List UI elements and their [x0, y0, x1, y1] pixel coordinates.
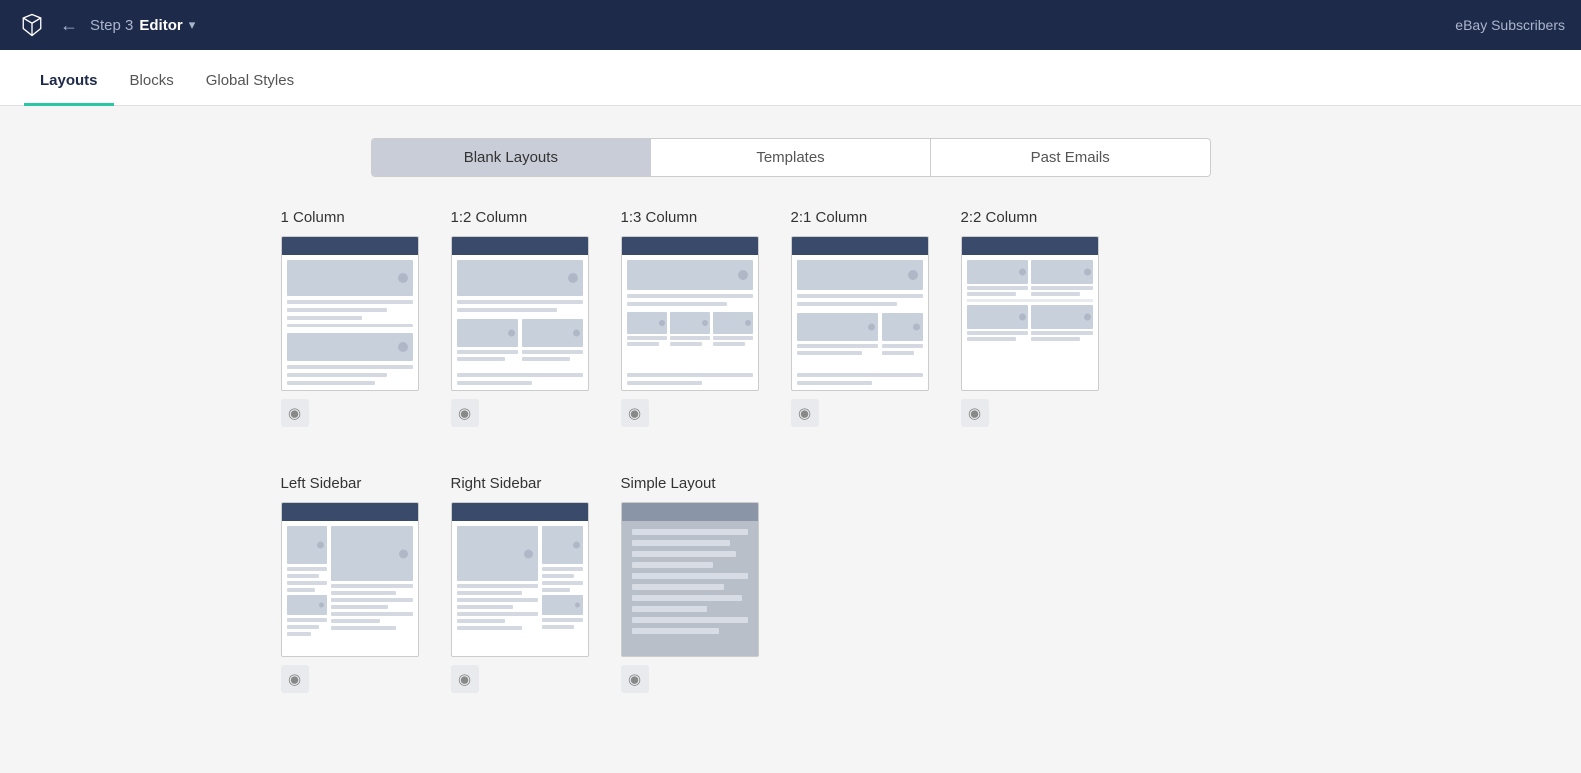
layout-item-2-1col[interactable]: 2:1 Column — [791, 209, 929, 427]
preview-icon-1-3col[interactable]: ◉ — [621, 399, 649, 427]
tab-layouts[interactable]: Layouts — [24, 72, 114, 106]
preview-icon-1-2col[interactable]: ◉ — [451, 399, 479, 427]
topbar: ← Step 3 Editor ▾ eBay Subscribers — [0, 0, 1581, 50]
layout-label-2-2col: 2:2 Column — [961, 209, 1038, 226]
layout-item-1col[interactable]: 1 Column — [281, 209, 419, 427]
tab-global-styles[interactable]: Global Styles — [190, 72, 310, 106]
layouts-grid: 1 Column — [241, 209, 1341, 693]
layouts-row-2: Left Sidebar — [281, 475, 1301, 693]
subtab-templates[interactable]: Templates — [651, 139, 931, 176]
main-content: Blank Layouts Templates Past Emails 1 Co… — [0, 106, 1581, 773]
subtabs-container: Blank Layouts Templates Past Emails — [0, 138, 1581, 177]
layout-item-1-3col[interactable]: 1:3 Column — [621, 209, 759, 427]
campaign-name: eBay Subscribers — [1455, 17, 1565, 33]
layout-thumb-2-2col[interactable] — [961, 236, 1099, 391]
layout-thumb-2-1col[interactable] — [791, 236, 929, 391]
preview-icon-1col[interactable]: ◉ — [281, 399, 309, 427]
editor-dropdown-icon[interactable]: ▾ — [189, 17, 196, 33]
preview-icon-2-2col[interactable]: ◉ — [961, 399, 989, 427]
preview-icon-2-1col[interactable]: ◉ — [791, 399, 819, 427]
layout-item-2-2col[interactable]: 2:2 Column — [961, 209, 1099, 427]
layout-label-1-2col: 1:2 Column — [451, 209, 528, 226]
layout-item-right-sidebar[interactable]: Right Sidebar — [451, 475, 589, 693]
layout-label-right-sidebar: Right Sidebar — [451, 475, 542, 492]
preview-icon-simple-layout[interactable]: ◉ — [621, 665, 649, 693]
preview-icon-right-sidebar[interactable]: ◉ — [451, 665, 479, 693]
editor-label: Editor — [139, 17, 182, 34]
layout-label-left-sidebar: Left Sidebar — [281, 475, 362, 492]
subtabs: Blank Layouts Templates Past Emails — [371, 138, 1211, 177]
layout-thumb-left-sidebar[interactable] — [281, 502, 419, 657]
subtab-blank-layouts[interactable]: Blank Layouts — [372, 139, 652, 176]
layout-thumb-1col[interactable] — [281, 236, 419, 391]
layout-label-2-1col: 2:1 Column — [791, 209, 868, 226]
layout-label-1-3col: 1:3 Column — [621, 209, 698, 226]
layout-thumb-1-2col[interactable] — [451, 236, 589, 391]
layout-label-1col: 1 Column — [281, 209, 345, 226]
tab-blocks[interactable]: Blocks — [114, 72, 190, 106]
secondary-nav: Layouts Blocks Global Styles — [0, 50, 1581, 106]
preview-icon-left-sidebar[interactable]: ◉ — [281, 665, 309, 693]
subtab-past-emails[interactable]: Past Emails — [931, 139, 1210, 176]
app-logo[interactable] — [16, 9, 48, 41]
layout-thumb-simple-layout[interactable] — [621, 502, 759, 657]
layout-item-simple-layout[interactable]: Simple Layout — [621, 475, 759, 693]
layouts-row-1: 1 Column — [281, 209, 1301, 427]
layout-item-left-sidebar[interactable]: Left Sidebar — [281, 475, 419, 693]
layout-label-simple-layout: Simple Layout — [621, 475, 716, 492]
back-button[interactable]: ← — [60, 16, 78, 34]
layout-thumb-right-sidebar[interactable] — [451, 502, 589, 657]
layout-item-1-2col[interactable]: 1:2 Column — [451, 209, 589, 427]
step-label: Step 3 — [90, 17, 133, 34]
layout-thumb-1-3col[interactable] — [621, 236, 759, 391]
